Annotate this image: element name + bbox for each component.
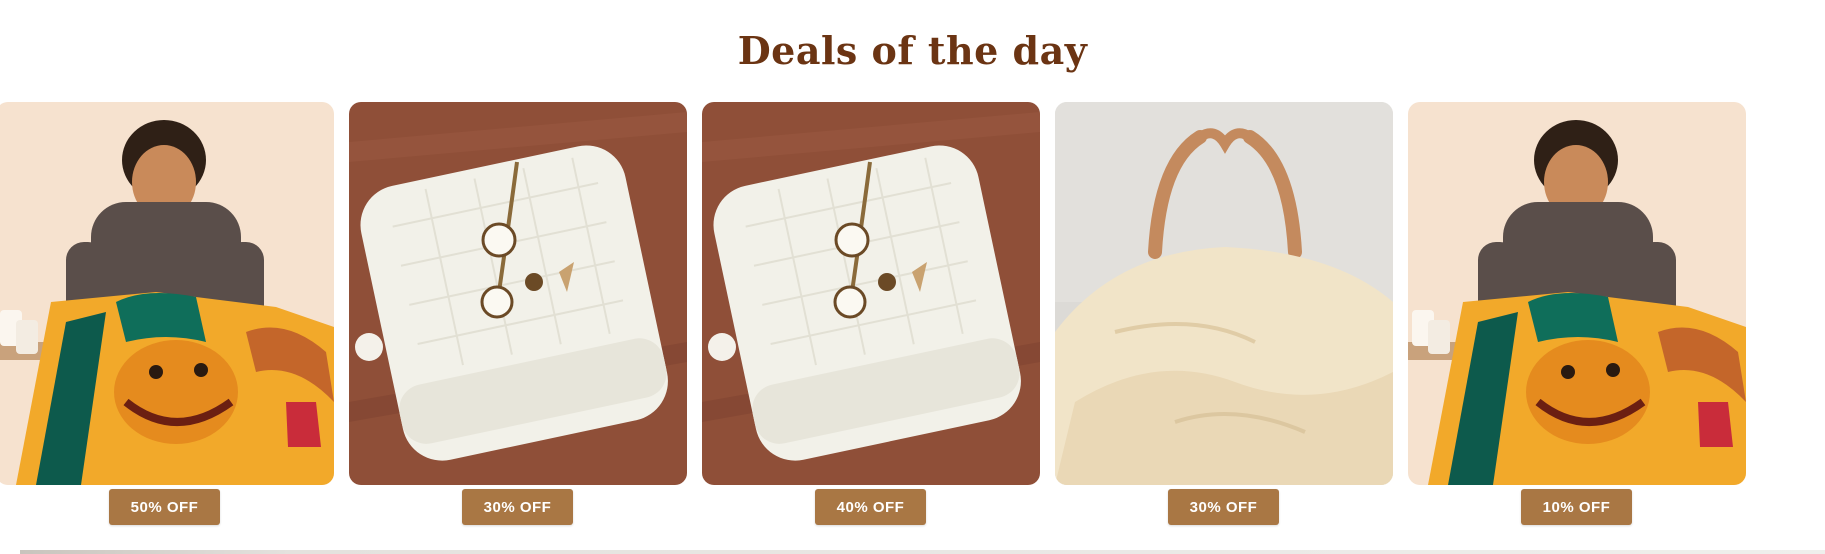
product-image-duvet[interactable]: [1055, 102, 1393, 485]
deal-card-5[interactable]: [1408, 102, 1746, 485]
deal-card-4[interactable]: [1055, 102, 1393, 485]
deal-card-2[interactable]: [349, 102, 687, 485]
discount-badge[interactable]: 40% OFF: [815, 489, 926, 525]
product-image-towel[interactable]: [702, 102, 1040, 485]
discount-badge[interactable]: 30% OFF: [1168, 489, 1279, 525]
section-title: Deals of the day: [737, 28, 1088, 73]
discount-badge[interactable]: 50% OFF: [109, 489, 220, 525]
product-image-towel[interactable]: [349, 102, 687, 485]
deal-card-3[interactable]: [702, 102, 1040, 485]
deal-card-1[interactable]: [0, 102, 334, 485]
product-image-child-towel[interactable]: [1408, 102, 1746, 485]
discount-badge[interactable]: 10% OFF: [1521, 489, 1632, 525]
product-image-child-towel[interactable]: [0, 102, 334, 485]
next-section-edge: [20, 550, 1825, 554]
discount-badge[interactable]: 30% OFF: [462, 489, 573, 525]
